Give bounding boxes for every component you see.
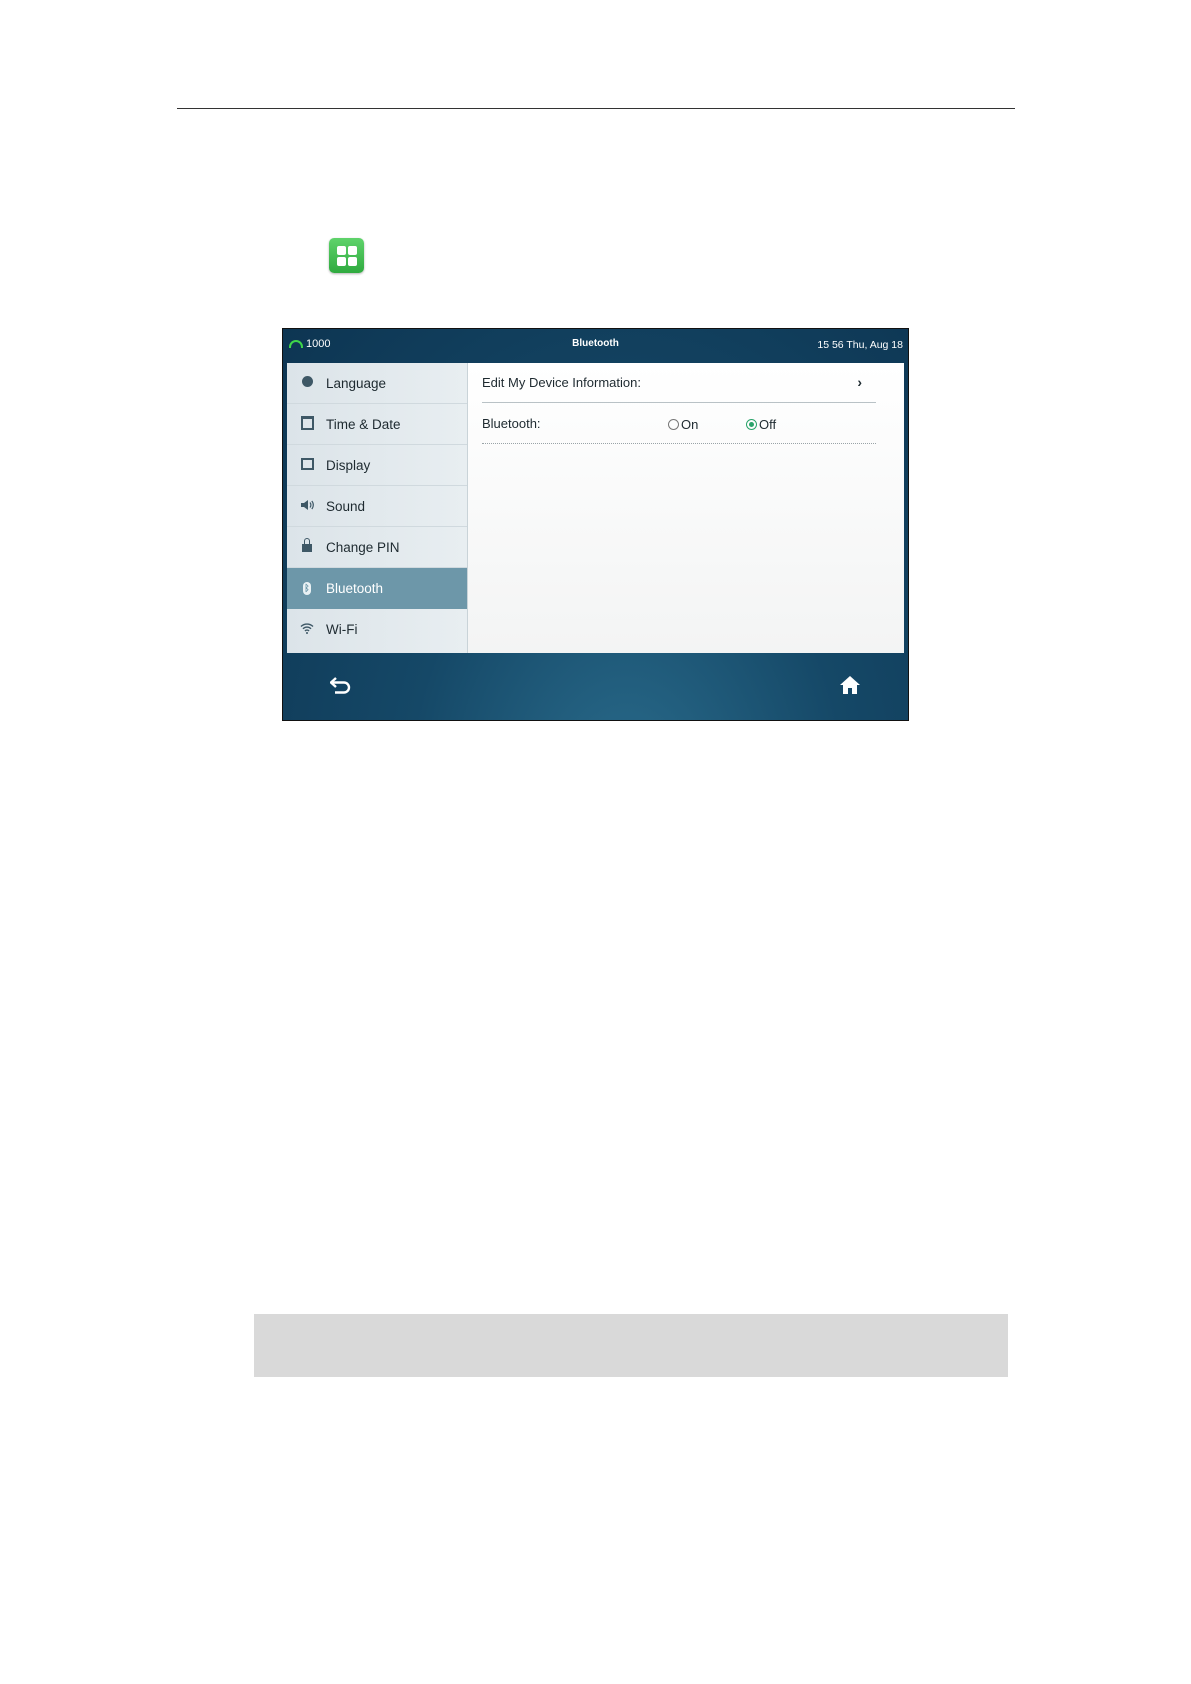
sidebar-item-label: Language [326,375,387,391]
header-rule [177,108,1015,109]
home-icon[interactable] [839,675,861,695]
screen-title: Bluetooth [572,338,619,349]
phone-screenshot: 1000 Bluetooth 15 56 Thu, Aug 18 Languag… [282,328,909,721]
note-box [254,1314,1008,1377]
bluetooth-label: Bluetooth: [482,416,541,431]
radio-label-off: Off [759,417,777,432]
sidebar-item-bluetooth[interactable]: ᛒ Bluetooth [287,568,467,609]
radio-unchecked-icon [668,419,679,430]
menu-app-icon [329,238,364,273]
back-icon[interactable] [329,676,352,694]
bluetooth-on-radio[interactable]: On [668,417,698,432]
sidebar-item-wifi[interactable]: Wi-Fi [287,609,467,650]
sidebar-item-label: Display [326,457,371,473]
lock-icon [300,538,314,553]
sidebar-item-language[interactable]: Language [287,363,467,404]
sidebar-item-change-pin[interactable]: Change PIN [287,527,467,568]
language-icon [300,376,314,390]
sidebar-item-label: Wi-Fi [326,622,358,637]
clock: 15 56 Thu, Aug 18 [817,339,903,351]
wifi-icon [300,622,314,637]
sidebar-item-label: Bluetooth [326,581,384,596]
sidebar-item-time-date[interactable]: Time & Date [287,404,467,445]
bottom-bar [283,653,908,720]
chevron-right-icon: › [857,374,862,390]
sidebar-item-label: Time & Date [326,416,401,432]
radio-checked-icon [746,419,757,430]
speaker-icon [300,499,314,514]
bluetooth-row: Bluetooth: On Off [482,404,876,444]
sidebar-item-display[interactable]: Display [287,445,467,486]
settings-panel: Edit My Device Information: › Bluetooth:… [468,363,904,653]
status-bar: 1000 Bluetooth 15 56 Thu, Aug 18 [283,329,908,363]
sidebar: Language Time & Date Display Sound Chang… [287,363,468,653]
sidebar-item-sound[interactable]: Sound [287,486,467,527]
edit-device-info-label: Edit My Device Information: [482,375,641,390]
sidebar-item-label: Change PIN [326,539,400,555]
screen-body: Language Time & Date Display Sound Chang… [287,363,904,653]
edit-device-info-row[interactable]: Edit My Device Information: › [482,363,876,403]
radio-label-on: On [681,417,699,432]
display-icon [300,457,314,473]
bluetooth-off-radio[interactable]: Off [746,417,776,432]
calendar-icon [300,415,314,433]
sidebar-item-label: Sound [326,498,366,514]
bluetooth-icon: ᛒ [303,582,311,595]
